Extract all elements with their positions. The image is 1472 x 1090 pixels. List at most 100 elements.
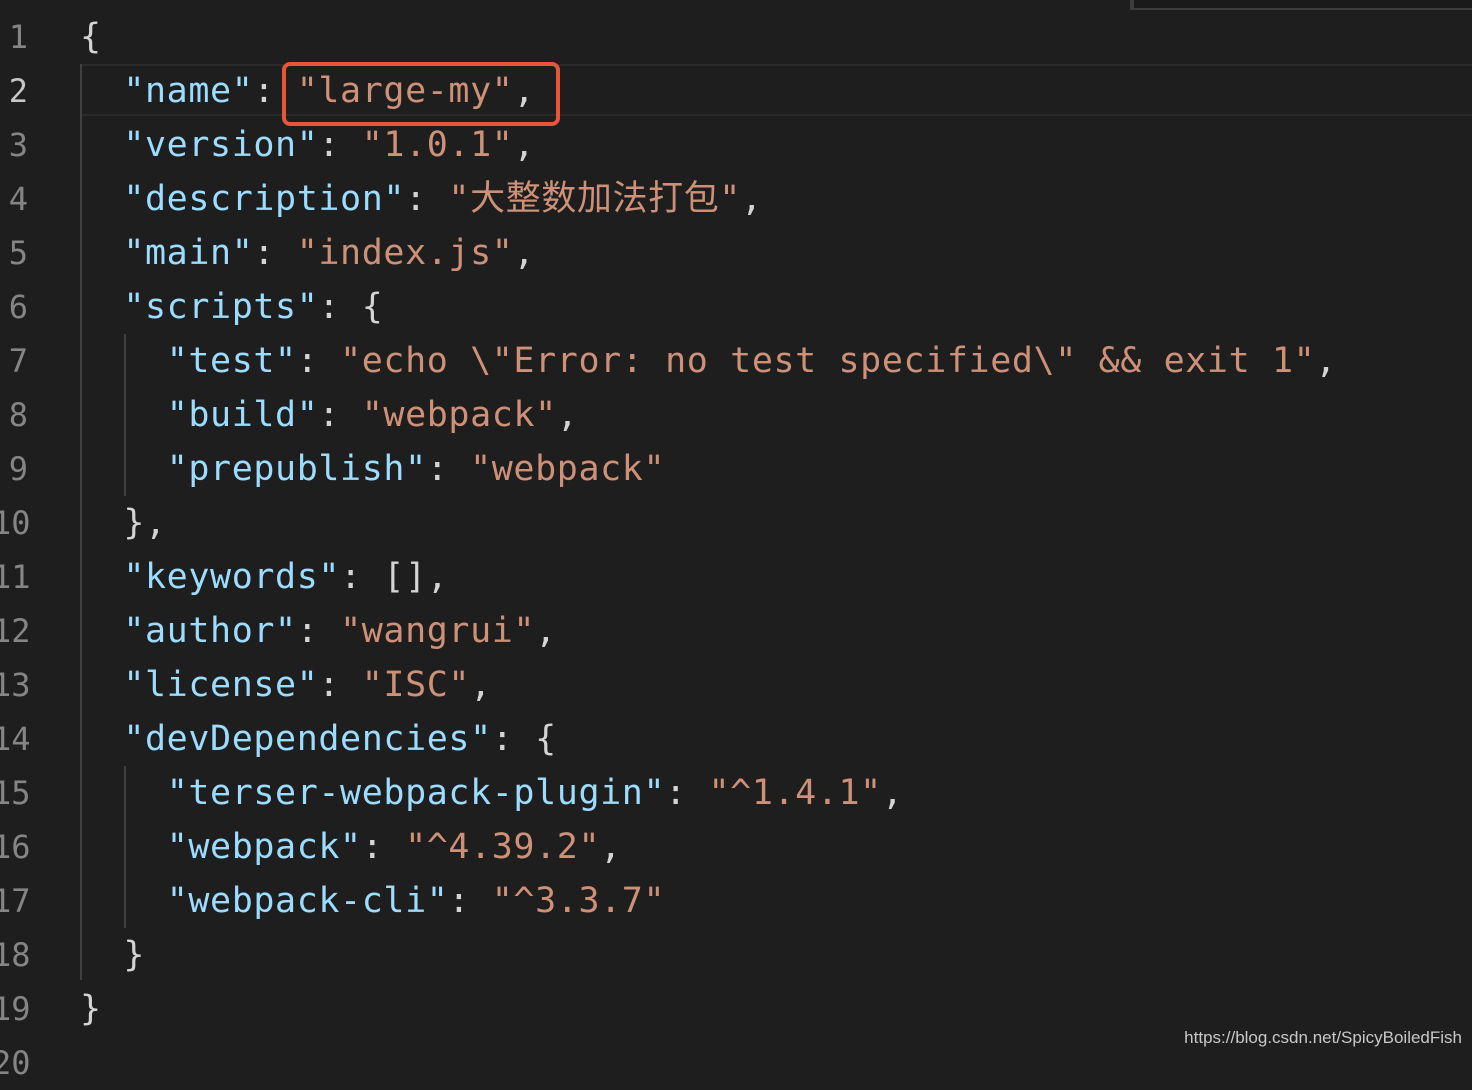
- line-number: 13: [0, 666, 31, 704]
- json-string: "^4.39.2": [405, 827, 601, 867]
- json-punctuation: :: [253, 233, 297, 273]
- json-key: "author": [123, 611, 297, 651]
- code-text[interactable]: "webpack": "^4.39.2",: [80, 820, 622, 874]
- code-text[interactable]: "keywords": [],: [80, 550, 448, 604]
- line-number: 9: [8, 450, 28, 488]
- json-punctuation: ,: [513, 233, 536, 273]
- json-key: "main": [123, 233, 254, 273]
- code-line[interactable]: 7 "test": "echo \"Error: no test specifi…: [0, 334, 1472, 388]
- line-number: 18: [0, 936, 31, 974]
- code-line[interactable]: 5 "main": "index.js",: [0, 226, 1472, 280]
- code-text[interactable]: "test": "echo \"Error: no test specified…: [80, 334, 1337, 388]
- code-line[interactable]: 18 }: [0, 928, 1472, 982]
- json-string: "wangrui": [340, 611, 536, 651]
- json-key: "terser-webpack-plugin": [166, 773, 666, 813]
- code-text[interactable]: }: [80, 928, 145, 982]
- code-text[interactable]: "devDependencies": {: [80, 712, 557, 766]
- code-text[interactable]: {: [80, 10, 102, 64]
- line-number: 3: [8, 126, 28, 164]
- code-line[interactable]: 15 "terser-webpack-plugin": "^1.4.1",: [0, 766, 1472, 820]
- code-line[interactable]: 10 },: [0, 496, 1472, 550]
- json-string: "^1.4.1": [708, 773, 882, 813]
- json-punctuation: }: [123, 935, 146, 975]
- code-text[interactable]: "terser-webpack-plugin": "^1.4.1",: [80, 766, 904, 820]
- json-key: "name": [123, 71, 254, 111]
- code-line[interactable]: 14 "devDependencies": {: [0, 712, 1472, 766]
- json-punctuation: ,: [600, 827, 622, 867]
- json-punctuation: :: [405, 179, 449, 219]
- code-text[interactable]: "build": "webpack",: [80, 388, 578, 442]
- json-key: "scripts": [123, 287, 319, 327]
- json-punctuation: ,: [1315, 341, 1337, 381]
- line-number: 17: [0, 882, 31, 920]
- json-punctuation: :: [318, 665, 362, 705]
- json-punctuation: :: [665, 773, 709, 813]
- line-number: 8: [8, 396, 28, 434]
- code-text[interactable]: "license": "ISC",: [80, 658, 492, 712]
- code-editor[interactable]: 1{2 "name": "large-my", 3 "version": "1.0…: [0, 0, 1472, 1082]
- line-number: 15: [0, 774, 31, 812]
- line-number: 6: [8, 288, 28, 326]
- code-line[interactable]: 9 "prepublish": "webpack": [0, 442, 1472, 496]
- line-number: 14: [0, 720, 31, 758]
- json-punctuation: :: [296, 611, 341, 651]
- json-punctuation: }: [80, 989, 102, 1029]
- json-punctuation: :: [448, 881, 492, 921]
- code-text[interactable]: "webpack-cli": "^3.3.7": [80, 874, 665, 928]
- line-number: 4: [8, 180, 28, 218]
- code-text[interactable]: "author": "wangrui",: [80, 604, 557, 658]
- line-number: 5: [8, 234, 28, 272]
- code-line[interactable]: 16 "webpack": "^4.39.2",: [0, 820, 1472, 874]
- code-line[interactable]: 6 "scripts": {: [0, 280, 1472, 334]
- json-key: "license": [123, 665, 319, 705]
- line-number: 7: [8, 342, 28, 380]
- line-number: 16: [0, 828, 31, 866]
- line-number: 11: [0, 558, 31, 596]
- json-punctuation: {: [80, 17, 102, 57]
- json-key: "test": [166, 341, 297, 381]
- watermark-text: https://blog.csdn.net/SpicyBoiledFish: [1184, 1028, 1462, 1047]
- minimap-edge: [1130, 0, 1472, 10]
- code-text[interactable]: "version": "1.0.1",: [80, 118, 535, 172]
- code-line[interactable]: 17 "webpack-cli": "^3.3.7": [0, 874, 1472, 928]
- code-text[interactable]: "scripts": {: [80, 280, 383, 334]
- annotation-highlight-box: [282, 62, 560, 126]
- code-line[interactable]: 2 "name": "large-my",: [0, 64, 1472, 118]
- code-text[interactable]: "description": "大整数加法打包",: [80, 172, 763, 226]
- line-number: 20: [0, 1044, 31, 1082]
- json-punctuation: :: [318, 395, 362, 435]
- json-punctuation: : {: [318, 287, 384, 327]
- json-string: "webpack": [361, 395, 557, 435]
- code-line[interactable]: 1{: [0, 10, 1472, 64]
- json-key: "keywords": [123, 557, 341, 597]
- code-text[interactable]: "main": "index.js",: [80, 226, 535, 280]
- code-line[interactable]: 11 "keywords": [],: [0, 550, 1472, 604]
- code-line[interactable]: 4 "description": "大整数加法打包",: [0, 172, 1472, 226]
- json-key: "version": [123, 125, 319, 165]
- code-line[interactable]: 12 "author": "wangrui",: [0, 604, 1472, 658]
- json-string: "ISC": [361, 665, 471, 705]
- json-key: "build": [166, 395, 319, 435]
- json-punctuation: :: [318, 125, 362, 165]
- code-line[interactable]: 8 "build": "webpack",: [0, 388, 1472, 442]
- code-line[interactable]: 3 "version": "1.0.1",: [0, 118, 1472, 172]
- code-line[interactable]: 13 "license": "ISC",: [0, 658, 1472, 712]
- json-key: "devDependencies": [123, 719, 492, 759]
- code-text[interactable]: "prepublish": "webpack": [80, 442, 665, 496]
- code-text[interactable]: },: [80, 496, 167, 550]
- line-number: 10: [0, 504, 31, 542]
- code-text[interactable]: }: [80, 982, 102, 1036]
